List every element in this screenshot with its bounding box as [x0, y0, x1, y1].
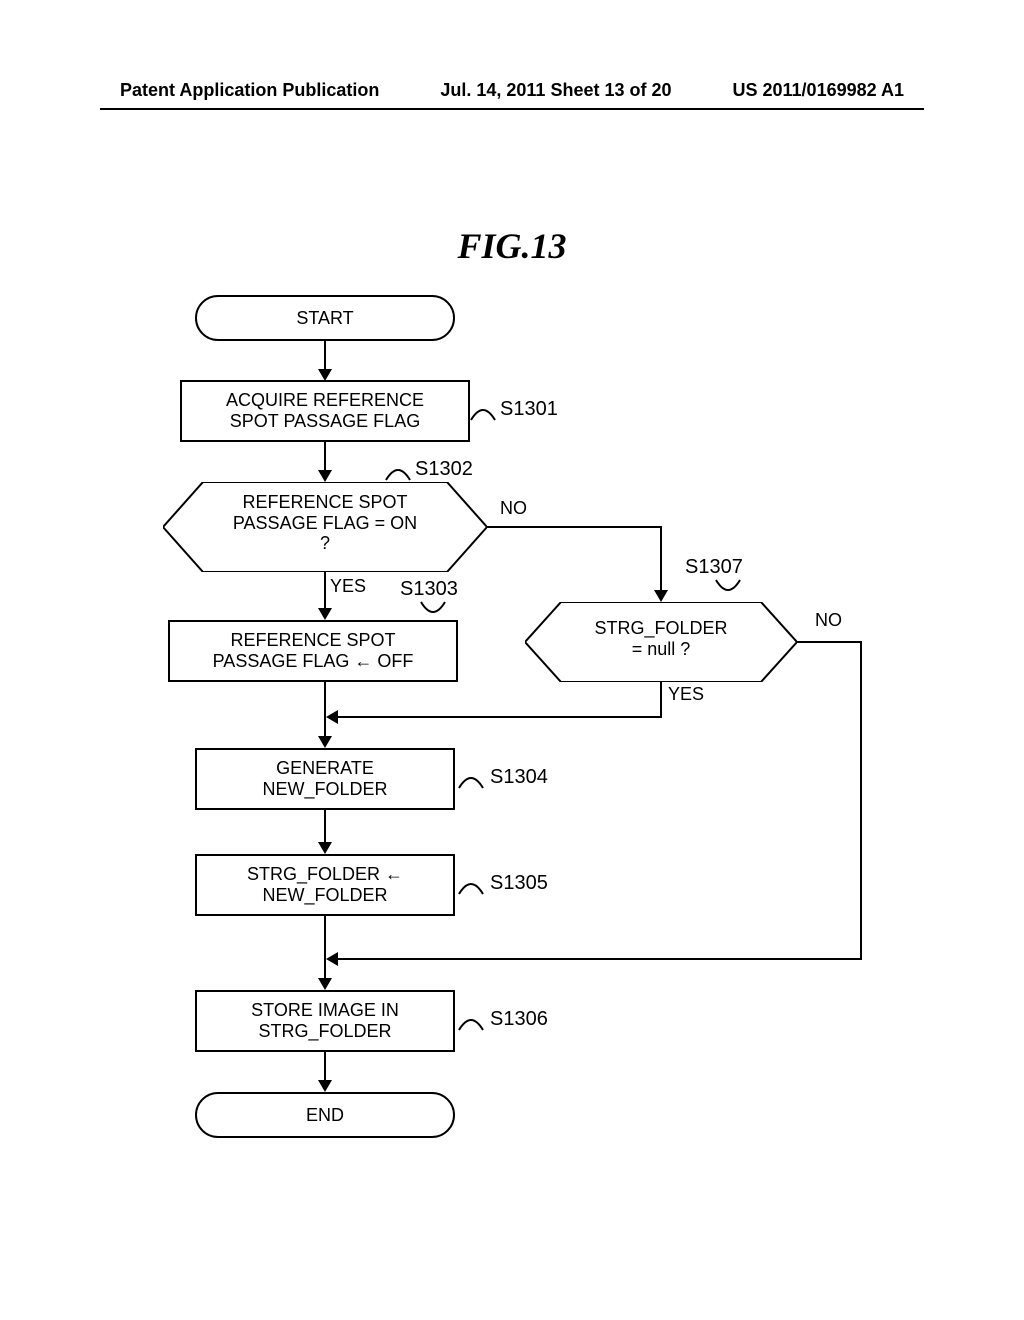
arrow-icon [318, 736, 332, 748]
leader-arc-icon [458, 880, 484, 896]
node-s1301: ACQUIRE REFERENCE SPOT PASSAGE FLAG [180, 380, 470, 442]
header-rule [100, 108, 924, 110]
arrow-icon [318, 978, 332, 990]
connector [860, 641, 862, 960]
node-s1302: REFERENCE SPOT PASSAGE FLAG = ON ? [163, 482, 487, 572]
leader-arc-icon [458, 1016, 484, 1032]
node-s1307-text: STRG_FOLDER = null ? [525, 618, 797, 659]
node-s1306-text: STORE IMAGE IN STRG_FOLDER [251, 1000, 399, 1042]
node-s1307: STRG_FOLDER = null ? [525, 602, 797, 682]
header-right: US 2011/0169982 A1 [733, 80, 904, 101]
leader-arc-icon [470, 406, 496, 422]
node-start-text: START [296, 308, 353, 329]
connector [487, 526, 662, 528]
label-s1304: S1304 [490, 766, 548, 789]
connector [660, 526, 662, 594]
connector [797, 641, 862, 643]
arrow-icon [318, 842, 332, 854]
leader-arc-icon [420, 600, 446, 616]
node-s1302-text: REFERENCE SPOT PASSAGE FLAG = ON ? [163, 492, 487, 554]
header-left: Patent Application Publication [120, 80, 379, 101]
arrow-icon [318, 470, 332, 482]
arrow-icon [318, 608, 332, 620]
arrow-icon [326, 710, 338, 724]
arrow-icon [318, 1080, 332, 1092]
leader-arc-icon [458, 774, 484, 790]
branch-s1307-no: NO [815, 610, 842, 631]
arrow-icon [326, 952, 338, 966]
node-s1304: GENERATE NEW_FOLDER [195, 748, 455, 810]
label-s1306: S1306 [490, 1008, 548, 1031]
node-s1303-text: REFERENCE SPOT PASSAGE FLAG ← OFF [213, 630, 414, 672]
leader-arc-icon [385, 466, 411, 482]
node-end-text: END [306, 1105, 344, 1126]
connector [324, 916, 326, 982]
connector [324, 572, 326, 612]
node-s1304-text: GENERATE NEW_FOLDER [262, 758, 387, 800]
connector [337, 958, 862, 960]
connector [660, 682, 662, 718]
label-s1305: S1305 [490, 872, 548, 895]
label-s1303: S1303 [400, 578, 458, 601]
node-s1306: STORE IMAGE IN STRG_FOLDER [195, 990, 455, 1052]
page: Patent Application Publication Jul. 14, … [0, 0, 1024, 1320]
arrow-icon [654, 590, 668, 602]
node-s1305-text: STRG_FOLDER ← NEW_FOLDER [247, 864, 403, 906]
node-s1303: REFERENCE SPOT PASSAGE FLAG ← OFF [168, 620, 458, 682]
connector [324, 682, 326, 740]
page-header: Patent Application Publication Jul. 14, … [0, 80, 1024, 101]
node-end: END [195, 1092, 455, 1138]
branch-s1307-yes: YES [668, 684, 704, 705]
connector [324, 810, 326, 846]
label-s1301: S1301 [500, 398, 558, 421]
node-s1301-text: ACQUIRE REFERENCE SPOT PASSAGE FLAG [226, 390, 424, 432]
figure-title: FIG.13 [0, 225, 1024, 267]
connector [337, 716, 662, 718]
node-start: START [195, 295, 455, 341]
header-center: Jul. 14, 2011 Sheet 13 of 20 [440, 80, 671, 101]
branch-s1302-yes: YES [330, 576, 366, 597]
branch-s1302-no: NO [500, 498, 527, 519]
leader-arc-icon [715, 578, 741, 594]
label-s1307: S1307 [685, 556, 743, 579]
label-s1302: S1302 [415, 458, 473, 481]
node-s1305: STRG_FOLDER ← NEW_FOLDER [195, 854, 455, 916]
